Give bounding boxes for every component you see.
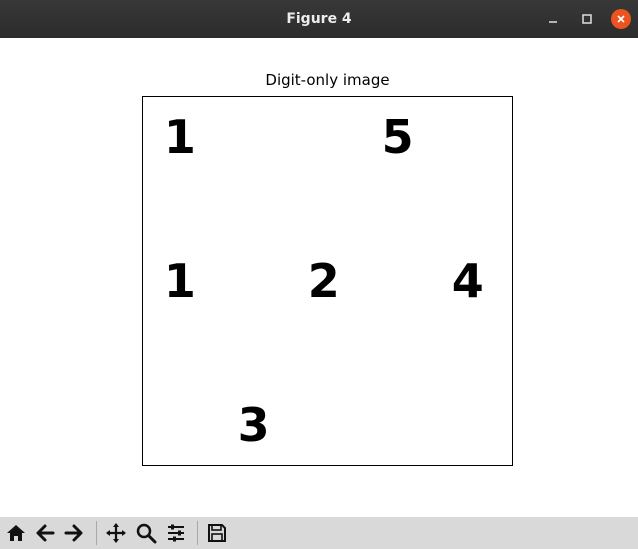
- zoom-magnifier-icon: [136, 523, 157, 544]
- configure-button[interactable]: [163, 520, 189, 546]
- zoom-button[interactable]: [133, 520, 159, 546]
- forward-button[interactable]: [61, 520, 87, 546]
- toolbar-separator: [197, 521, 198, 545]
- digit-glyph: 2: [307, 254, 340, 308]
- close-button[interactable]: [611, 9, 631, 29]
- save-button[interactable]: [204, 520, 230, 546]
- maximize-button[interactable]: [577, 9, 597, 29]
- home-button[interactable]: [3, 520, 29, 546]
- digit-glyph: 1: [163, 110, 196, 165]
- digit-glyph: 5: [381, 110, 414, 165]
- save-floppy-icon: [208, 524, 226, 542]
- axes-title: Digit-only image: [265, 71, 390, 89]
- pan-move-icon: [106, 523, 126, 543]
- digit-glyph: 3: [237, 397, 270, 452]
- minimize-button[interactable]: [543, 9, 563, 29]
- digit-glyph: 1: [163, 254, 196, 308]
- image-axes[interactable]: 1 5 1 2 4 3: [142, 96, 513, 466]
- toolbar-separator: [96, 521, 97, 545]
- forward-arrow-icon: [64, 524, 83, 542]
- digit-glyph: 4: [451, 254, 484, 308]
- maximize-icon: [582, 14, 592, 24]
- minimize-icon: [549, 21, 557, 23]
- home-icon: [7, 525, 25, 541]
- configure-subplots-icon: [168, 524, 184, 542]
- window-titlebar[interactable]: Figure 4: [0, 0, 638, 38]
- navigation-toolbar: [0, 517, 638, 549]
- back-button[interactable]: [32, 520, 58, 546]
- close-icon: [617, 15, 625, 23]
- back-arrow-icon: [36, 524, 55, 542]
- pan-button[interactable]: [103, 520, 129, 546]
